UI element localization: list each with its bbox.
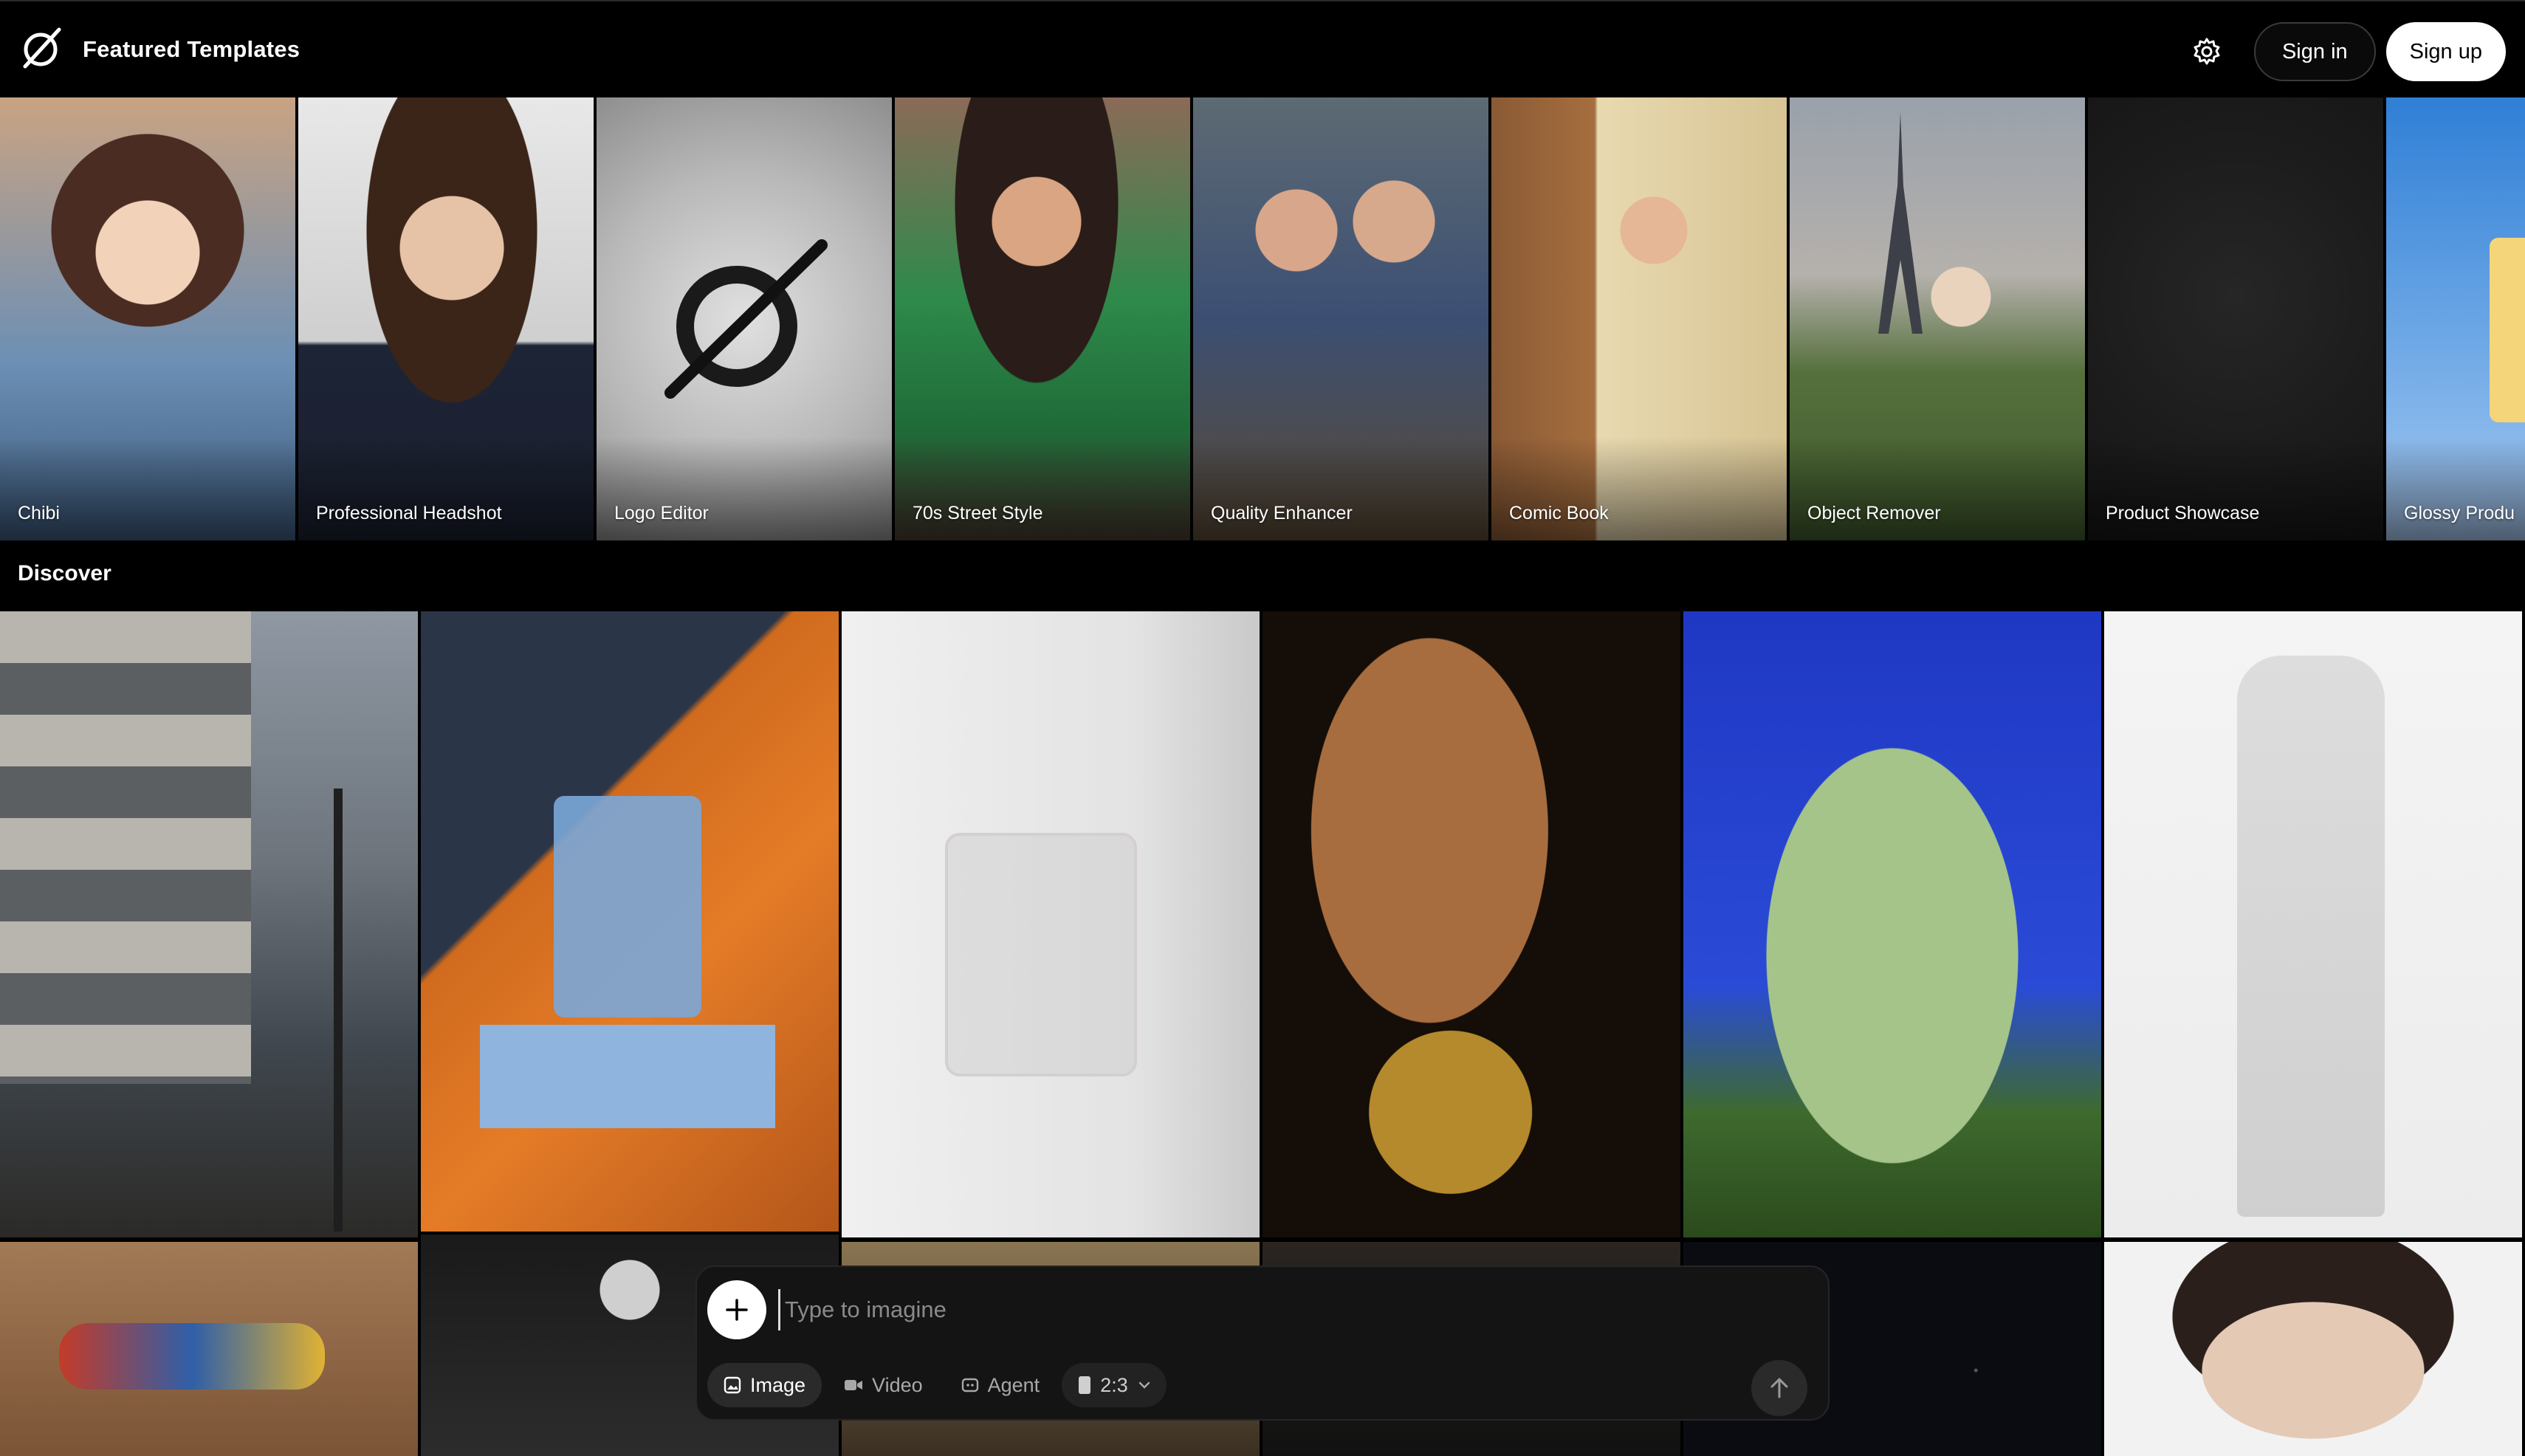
discover-image[interactable] [0, 1242, 418, 1456]
pedestal [480, 1025, 775, 1128]
mode-agent-label: Agent [987, 1373, 1040, 1396]
template-label: 70s Street Style [913, 503, 1043, 523]
discover-image[interactable] [2104, 611, 2522, 1237]
sign-in-button[interactable]: Sign in [2253, 22, 2376, 81]
mode-image-label: Image [750, 1373, 806, 1396]
espresso-machine [945, 833, 1137, 1076]
header-actions: Sign in Sign up [2188, 22, 2506, 81]
template-label: Quality Enhancer [1211, 503, 1353, 523]
logo-sculpture-icon [664, 239, 828, 399]
portrait-ratio-icon [1079, 1376, 1091, 1394]
template-tile-professional-headshot[interactable]: Professional Headshot [298, 97, 594, 540]
chevron-down-icon [1138, 1381, 1150, 1389]
video-camera-icon [845, 1380, 863, 1390]
template-label: Professional Headshot [316, 503, 502, 523]
arrow-up-icon [1770, 1378, 1788, 1398]
white-suit-figure [2237, 656, 2385, 1217]
template-label: Logo Editor [614, 503, 709, 523]
discover-image[interactable] [421, 611, 839, 1232]
image-icon [724, 1376, 741, 1394]
tile-shade [1491, 437, 1787, 540]
tile-shade [298, 437, 594, 540]
agent-icon [961, 1378, 978, 1393]
tile-shade [2088, 437, 2383, 540]
tile-shade [895, 437, 1190, 540]
discover-heading: Discover [18, 561, 111, 586]
gear-icon[interactable] [2188, 32, 2226, 71]
brand[interactable]: Featured Templates [19, 25, 300, 75]
perfume-bottle [554, 796, 701, 1017]
template-label: Object Remover [1807, 503, 1941, 523]
template-tile-quality-enhancer[interactable]: Quality Enhancer [1193, 97, 1488, 540]
mode-video-button[interactable]: Video [828, 1363, 939, 1407]
template-tile-comic-book[interactable]: Comic Book [1491, 97, 1787, 540]
serum-bottle [2490, 238, 2525, 422]
template-label: Comic Book [1509, 503, 1609, 523]
aspect-ratio-dropdown[interactable]: 2:3 [1062, 1363, 1167, 1407]
tile-shade [597, 437, 892, 540]
template-tile-logo-editor[interactable]: Logo Editor [597, 97, 892, 540]
discover-image[interactable] [1683, 611, 2101, 1237]
discover-image[interactable] [842, 611, 1260, 1237]
discover-image[interactable] [0, 611, 418, 1237]
template-label: Chibi [18, 503, 60, 523]
template-tile-chibi[interactable]: Chibi [0, 97, 295, 540]
add-attachment-button[interactable] [707, 1280, 766, 1339]
tile-shade [0, 437, 295, 540]
template-tile-glossy-product[interactable]: Glossy Produ [2386, 97, 2525, 540]
template-tile-product-showcase[interactable]: Product Showcase [2088, 97, 2383, 540]
logo-icon [19, 25, 65, 75]
prompt-composer: Image Video Agent 2:3 [695, 1266, 1830, 1421]
template-label: Glossy Produ [2404, 503, 2515, 523]
plus-icon [726, 1299, 748, 1321]
template-tile-object-remover[interactable]: Object Remover [1790, 97, 2085, 540]
featured-templates-strip: Chibi Professional Headshot Logo Editor … [0, 97, 2525, 540]
mode-selector: Image Video Agent 2:3 [707, 1363, 1172, 1407]
tile-shade [1193, 437, 1488, 540]
sign-up-button[interactable]: Sign up [2385, 22, 2506, 81]
eiffel-tower-icon [1878, 112, 1923, 334]
discover-image[interactable] [1262, 611, 1680, 1237]
tile-shade [1790, 437, 2085, 540]
mode-video-label: Video [872, 1373, 923, 1396]
send-button[interactable] [1751, 1360, 1807, 1416]
page-title: Featured Templates [83, 36, 300, 62]
prompt-input[interactable] [778, 1289, 1738, 1330]
discover-image[interactable] [2104, 1242, 2522, 1456]
reclining-figure [59, 1323, 325, 1390]
tile-shade [2386, 437, 2525, 540]
template-label: Product Showcase [2106, 503, 2260, 523]
utility-pole [334, 789, 343, 1232]
building-block [0, 611, 251, 1084]
top-bar: Featured Templates Sign in Sign up [0, 0, 2525, 97]
aspect-ratio-value: 2:3 [1100, 1373, 1128, 1396]
template-tile-70s-street-style[interactable]: 70s Street Style [895, 97, 1190, 540]
mode-agent-button[interactable]: Agent [945, 1363, 1057, 1407]
mode-image-button[interactable]: Image [707, 1363, 822, 1407]
